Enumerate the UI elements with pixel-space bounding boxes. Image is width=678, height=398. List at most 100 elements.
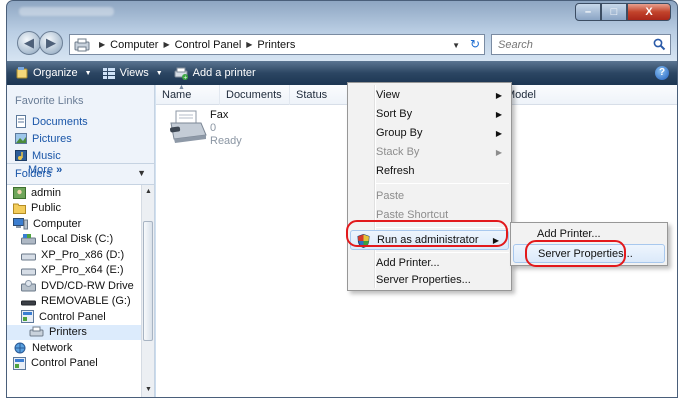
scrollbar-thumb[interactable] bbox=[143, 221, 153, 341]
tree-item-dvd-drive[interactable]: DVD/CD-RW Drive bbox=[7, 278, 141, 294]
control-panel-icon bbox=[13, 356, 26, 370]
tree-item-label: XP_Pro_x64 (E:) bbox=[41, 264, 124, 277]
favorite-link-music[interactable]: Music bbox=[15, 147, 88, 164]
documents-icon bbox=[16, 115, 26, 128]
breadcrumb-control-panel[interactable]: Control Panel bbox=[175, 39, 242, 51]
removable-drive-icon bbox=[21, 300, 36, 306]
help-icon[interactable]: ? bbox=[655, 66, 669, 80]
title-bar[interactable]: – □ X bbox=[7, 1, 677, 27]
search-icon[interactable] bbox=[653, 38, 666, 51]
menu-item-sort-by[interactable]: Sort By ▶ bbox=[348, 105, 511, 124]
tree-item-local-disk-c[interactable]: Local Disk (C:) bbox=[7, 232, 141, 248]
breadcrumb-separator-icon[interactable]: ▶ bbox=[99, 40, 105, 49]
tree-item-label: Control Panel bbox=[31, 357, 98, 370]
add-printer-icon: + bbox=[174, 67, 188, 80]
breadcrumb-computer[interactable]: Computer bbox=[110, 39, 158, 51]
column-header-documents[interactable]: Documents bbox=[220, 85, 290, 105]
back-button[interactable]: ◀ bbox=[17, 31, 41, 55]
column-header-label: Documents bbox=[226, 89, 282, 101]
submenu-item-label: Add Printer... bbox=[537, 228, 601, 240]
tree-item-network[interactable]: Network bbox=[7, 340, 141, 356]
printer-name: Fax bbox=[210, 109, 229, 121]
favorite-link-pictures[interactable]: Pictures bbox=[15, 130, 88, 147]
computer-icon bbox=[13, 217, 28, 230]
submenu-arrow-icon: ▶ bbox=[495, 129, 502, 138]
menu-item-refresh[interactable]: Refresh bbox=[348, 162, 511, 181]
add-printer-button[interactable]: + Add a printer bbox=[173, 66, 256, 80]
organize-button[interactable]: Organize ▼ bbox=[15, 66, 92, 80]
menu-item-server-properties[interactable]: Server Properties... bbox=[348, 271, 511, 290]
folder-tree: admin Public Computer Local Disk (C:) XP… bbox=[7, 185, 141, 397]
pictures-icon bbox=[15, 133, 27, 144]
tree-item-public[interactable]: Public bbox=[7, 201, 141, 217]
navigation-pane: Favorite Links Documents Pictures Music … bbox=[7, 85, 155, 397]
refresh-icon[interactable]: ↻ bbox=[470, 37, 480, 51]
tree-item-admin[interactable]: admin bbox=[7, 185, 141, 201]
menu-item-label: Sort By bbox=[376, 108, 413, 120]
scroll-up-icon[interactable]: ▲ bbox=[142, 185, 155, 199]
menu-item-paste[interactable]: Paste bbox=[348, 187, 511, 206]
column-header-label: Name bbox=[162, 89, 192, 101]
folder-tree-scrollbar[interactable]: ▲ ▼ bbox=[141, 185, 154, 397]
minimize-button[interactable]: – bbox=[575, 3, 601, 21]
folders-label: Folders bbox=[15, 168, 52, 180]
address-bar[interactable]: ▶ Computer ▶ Control Panel ▶ Printers ▼ … bbox=[69, 34, 485, 55]
menu-item-label: Refresh bbox=[376, 165, 415, 177]
forward-button[interactable]: ▶ bbox=[39, 31, 63, 55]
network-icon bbox=[14, 342, 26, 354]
views-button[interactable]: Views ▼ bbox=[102, 66, 163, 80]
tree-item-computer[interactable]: Computer bbox=[7, 216, 141, 232]
tree-item-control-panel[interactable]: Control Panel bbox=[7, 309, 141, 325]
address-dropdown-icon[interactable]: ▼ bbox=[452, 41, 460, 50]
tree-item-label: REMOVABLE (G:) bbox=[41, 295, 131, 308]
menu-item-label: View bbox=[376, 89, 400, 101]
column-header-name[interactable]: ▲ Name bbox=[156, 84, 220, 105]
scroll-down-icon[interactable]: ▼ bbox=[142, 383, 155, 397]
tree-item-label: DVD/CD-RW Drive bbox=[41, 279, 134, 292]
menu-item-label: Server Properties... bbox=[376, 274, 471, 286]
printer-document-count: 0 bbox=[210, 122, 217, 134]
tree-item-xp-pro-x64[interactable]: XP_Pro_x64 (E:) bbox=[7, 263, 141, 279]
chevron-down-icon: ▼ bbox=[155, 69, 163, 77]
sort-ascending-icon: ▲ bbox=[178, 84, 185, 91]
tree-item-label: Control Panel bbox=[39, 310, 106, 323]
menu-item-label: Group By bbox=[376, 127, 423, 139]
printer-item-fax[interactable]: Fax 0 Ready bbox=[168, 107, 258, 157]
highlight-ring-server-properties bbox=[525, 240, 626, 267]
add-printer-label: Add a printer bbox=[192, 67, 256, 79]
menu-item-view[interactable]: View ▶ bbox=[348, 86, 511, 105]
menu-item-group-by[interactable]: Group By ▶ bbox=[348, 124, 511, 143]
drive-icon bbox=[21, 253, 36, 261]
highlight-ring-run-as-administrator bbox=[346, 220, 508, 247]
column-header-model[interactable]: Model bbox=[500, 85, 620, 105]
chevron-down-icon[interactable]: ▼ bbox=[137, 168, 146, 178]
tree-item-control-panel-root[interactable]: Control Panel bbox=[7, 356, 141, 372]
folders-header[interactable]: Folders ▼ bbox=[7, 163, 154, 185]
caption-buttons: – □ X bbox=[575, 3, 671, 21]
tree-item-printers[interactable]: Printers bbox=[7, 324, 141, 340]
submenu-arrow-icon: ▶ bbox=[495, 91, 502, 100]
explorer-window: – □ X ◀ ▶ ▶ Computer ▶ Control Panel ▶ P… bbox=[6, 0, 678, 398]
favorite-links-header: Favorite Links bbox=[15, 95, 84, 107]
views-icon bbox=[102, 68, 115, 79]
tree-item-label: Printers bbox=[49, 326, 87, 339]
menu-item-stack-by[interactable]: Stack By ▶ bbox=[348, 143, 511, 162]
breadcrumb-separator-icon[interactable]: ▶ bbox=[163, 40, 169, 49]
maximize-button[interactable]: □ bbox=[601, 3, 627, 21]
search-input[interactable] bbox=[492, 38, 642, 51]
breadcrumb-printers[interactable]: Printers bbox=[257, 39, 295, 51]
favorite-link-label: Documents bbox=[32, 115, 88, 128]
close-button[interactable]: X bbox=[627, 3, 671, 21]
breadcrumb-separator-icon[interactable]: ▶ bbox=[246, 40, 252, 49]
tree-item-label: XP_Pro_x86 (D:) bbox=[41, 248, 125, 261]
search-box[interactable] bbox=[491, 34, 671, 55]
submenu-arrow-icon: ▶ bbox=[495, 110, 502, 119]
tree-item-label: Network bbox=[32, 341, 73, 354]
tree-item-removable-g[interactable]: REMOVABLE (G:) bbox=[7, 294, 141, 310]
organize-icon bbox=[16, 67, 28, 79]
tree-item-xp-pro-x86[interactable]: XP_Pro_x86 (D:) bbox=[7, 247, 141, 263]
favorite-link-documents[interactable]: Documents bbox=[15, 113, 88, 130]
favorite-link-label: Music bbox=[32, 149, 61, 162]
command-toolbar: Organize ▼ Views ▼ + Add a printer ? bbox=[7, 61, 677, 85]
context-menu: View ▶ Sort By ▶ Group By ▶ Stack By ▶ R… bbox=[347, 82, 512, 291]
